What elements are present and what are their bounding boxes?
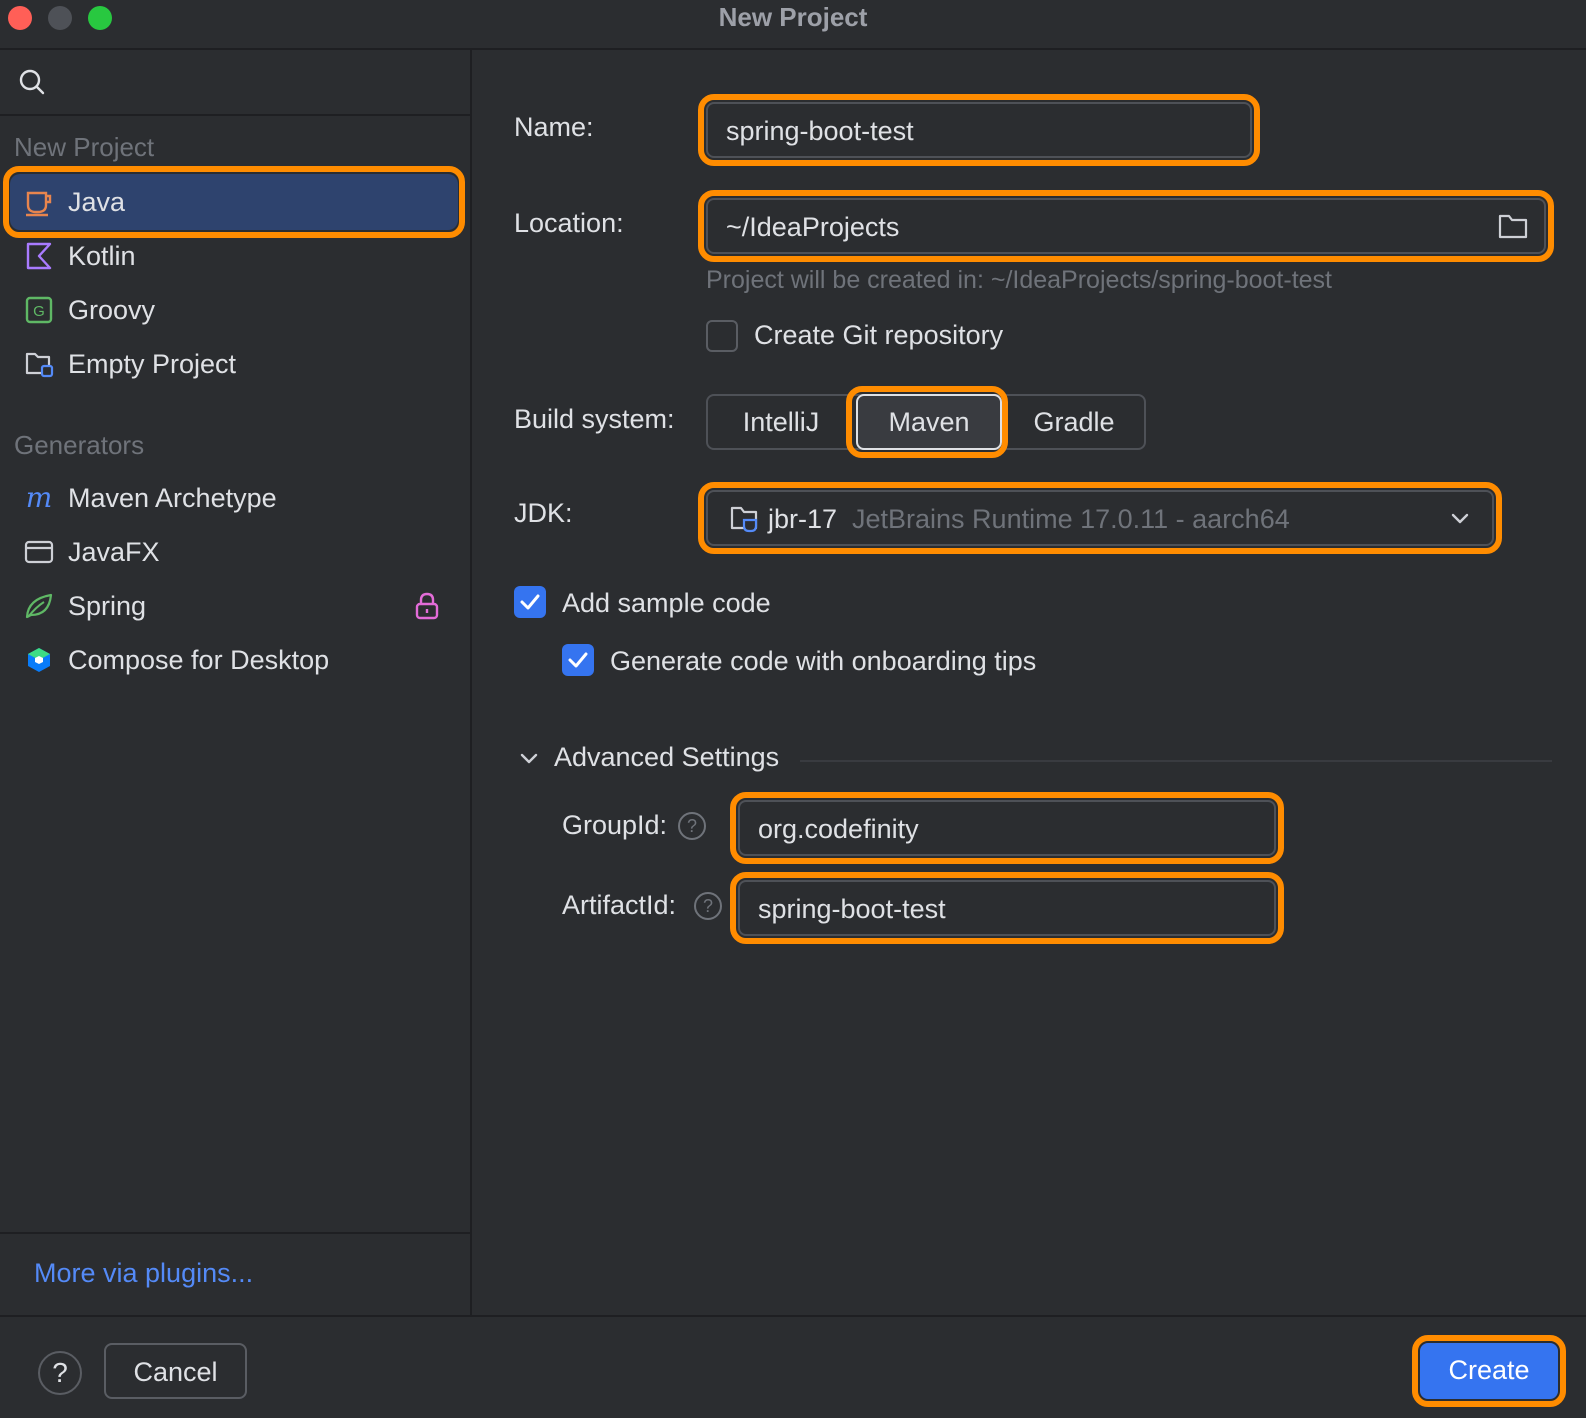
more-via-plugins-link[interactable]: More via plugins... [34,1258,253,1289]
compose-icon [28,648,50,672]
sidebar-item-label: Groovy [68,295,156,325]
empty-project-icon [25,352,54,378]
git-checkbox[interactable] [706,320,738,352]
sidebar-item-spring[interactable]: Spring [10,578,458,634]
lock-icon [415,592,439,620]
sidebar-item-empty-project[interactable]: Empty Project [10,336,458,392]
artifactid-help-icon[interactable]: ? [694,892,722,920]
artifactid-field[interactable]: spring-boot-test [738,880,1276,936]
sidebar-item-kotlin[interactable]: Kotlin [10,228,458,284]
jdk-name: jbr-17 [768,504,838,534]
generators-section-label: Generators [14,430,145,460]
artifactid-label: ArtifactId: [562,890,677,920]
build-option-gradle[interactable]: Gradle [1002,396,1146,448]
spring-leaf-icon [25,593,53,619]
groupid-help-icon[interactable]: ? [678,812,706,840]
cancel-button[interactable]: Cancel [104,1343,247,1399]
advanced-divider [800,760,1552,762]
sidebar-item-compose-for-desktop[interactable]: Compose for Desktop [10,632,458,688]
groovy-icon: G [25,296,53,324]
sidebar-divider [0,1232,470,1234]
build-option-maven[interactable]: Maven [856,394,1002,450]
groupid-label: GroupId: [562,810,668,840]
checkmark-icon [568,652,588,668]
advanced-settings-toggle[interactable]: Advanced Settings [554,742,779,773]
help-button[interactable]: ? [38,1351,82,1395]
location-field-value: ~/IdeaProjects [726,212,900,242]
sidebar-item-label: Java [68,187,126,217]
javafx-window-icon [24,540,54,564]
jdk-label: JDK: [514,498,573,528]
checkmark-icon [520,594,540,610]
sidebar-item-javafx[interactable]: JavaFX [10,524,458,580]
build-option-intellij[interactable]: IntelliJ [708,396,854,448]
jdk-detail: JetBrains Runtime 17.0.11 - aarch64 [852,504,1290,534]
groupid-field[interactable]: org.codefinity [738,800,1276,856]
sidebar-item-label: Empty Project [68,349,237,379]
artifactid-field-value: spring-boot-test [758,894,946,924]
sidebar-item-label: Compose for Desktop [68,645,330,675]
jdk-folder-icon [730,506,758,533]
sidebar-item-groovy[interactable]: G Groovy [10,282,458,338]
location-label: Location: [514,208,624,238]
svg-text:G: G [33,303,45,320]
build-system-label: Build system: [514,404,675,434]
sidebar-item-label: Kotlin [68,241,136,271]
kotlin-icon [26,242,52,270]
folder-icon[interactable] [1498,212,1528,240]
maven-icon: m [26,483,53,513]
sidebar-search[interactable] [0,50,470,116]
create-button[interactable]: Create [1420,1343,1558,1399]
sidebar-item-maven-archetype[interactable]: m Maven Archetype [10,470,458,526]
title-bar: New Project [0,0,1586,50]
search-icon [19,69,45,95]
groupid-field-value: org.codefinity [758,814,919,844]
jdk-dropdown[interactable]: jbr-17 JetBrains Runtime 17.0.11 - aarch… [706,490,1494,546]
chevron-down-icon [1451,513,1469,524]
sidebar-item-label: Spring [68,591,147,621]
advanced-chevron-icon[interactable] [518,750,540,768]
name-field[interactable]: spring-boot-test [706,102,1252,158]
name-label: Name: [514,112,594,142]
build-system-selector: IntelliJ Maven Gradle [706,394,1146,450]
git-checkbox-label: Create Git repository [754,320,1004,350]
dialog-footer: ? Cancel Create [0,1315,1586,1418]
location-hint: Project will be created in: ~/IdeaProjec… [706,266,1333,294]
name-field-value: spring-boot-test [726,116,914,146]
sidebar-item-label: JavaFX [68,537,160,567]
onboarding-checkbox[interactable] [562,644,594,676]
window-title: New Project [718,2,868,32]
java-cup-icon [26,191,52,217]
new-project-section-label: New Project [14,132,155,162]
sidebar-item-java[interactable]: Java [10,174,458,230]
svg-text:m: m [26,483,53,513]
sample-code-label: Add sample code [562,588,771,618]
sample-code-checkbox[interactable] [514,586,546,618]
sidebar-item-label: Maven Archetype [68,483,277,513]
sidebar: New Project Java Kotlin G Groovy Empty P… [0,50,472,1315]
location-field[interactable]: ~/IdeaProjects [706,198,1546,254]
onboarding-label: Generate code with onboarding tips [610,646,1037,676]
